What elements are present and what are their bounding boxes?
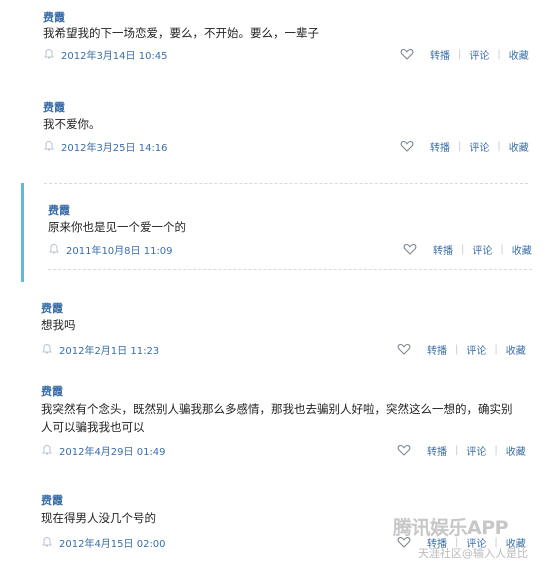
heart-icon[interactable]: [400, 47, 414, 61]
post-actions: 转播 | 评论 | 收藏: [400, 138, 529, 154]
comment-link[interactable]: 评论: [466, 443, 486, 458]
highlight-bar: [21, 183, 24, 282]
post-meta: 2012年4月29日 01:49: [41, 442, 166, 458]
bell-icon: [42, 343, 52, 354]
repost-link[interactable]: 转播: [430, 139, 450, 154]
favorite-link[interactable]: 收藏: [509, 139, 529, 154]
separator: |: [461, 243, 465, 255]
post-text: 想我吗: [41, 318, 76, 332]
separator: |: [494, 343, 498, 355]
post-meta: 2012年3月14日 10:45: [43, 46, 168, 62]
post-text: 现在得男人没几个号的: [41, 511, 156, 525]
comment-link[interactable]: 评论: [469, 47, 489, 62]
bell-icon: [49, 243, 59, 254]
heart-icon[interactable]: [397, 443, 411, 457]
comment-link[interactable]: 评论: [469, 139, 489, 154]
post-text: 原来你也是见一个爱一个的: [48, 220, 186, 234]
post-text: 我不爱你。: [43, 117, 101, 131]
bell-icon: [44, 140, 54, 151]
separator: |: [458, 140, 462, 152]
post-meta: 2011年10月8日 11:09: [48, 241, 173, 257]
post-text-line2: 人可以骗我我也可以: [41, 420, 145, 434]
separator: |: [455, 444, 459, 456]
repost-link[interactable]: 转播: [427, 342, 447, 357]
author-name[interactable]: 费霞: [41, 383, 63, 399]
post-time[interactable]: 2011年10月8日 11:09: [66, 242, 173, 257]
separator: |: [497, 140, 501, 152]
favorite-link[interactable]: 收藏: [509, 47, 529, 62]
separator: |: [494, 444, 498, 456]
watermark-source-text: 天涯社区@输入人是比: [418, 547, 528, 560]
separator: |: [458, 48, 462, 60]
post-meta: 2012年2月1日 11:23: [41, 341, 159, 357]
favorite-link[interactable]: 收藏: [506, 443, 526, 458]
favorite-link[interactable]: 收藏: [512, 242, 532, 257]
post-actions: 转播 | 评论 | 收藏: [397, 341, 526, 357]
post-divider: [44, 183, 528, 184]
heart-icon[interactable]: [403, 242, 417, 256]
watermark-logo-text: 腾讯娱乐APP: [393, 517, 509, 539]
post-time[interactable]: 2012年4月29日 01:49: [59, 443, 166, 458]
bell-icon: [42, 536, 52, 547]
separator: |: [455, 343, 459, 355]
post-actions: 转播 | 评论 | 收藏: [403, 241, 532, 257]
post-time[interactable]: 2012年3月14日 10:45: [61, 47, 168, 62]
bell-icon: [44, 48, 54, 59]
heart-icon[interactable]: [397, 342, 411, 356]
favorite-link[interactable]: 收藏: [506, 342, 526, 357]
post-actions: 转播 | 评论 | 收藏: [397, 442, 526, 458]
comment-link[interactable]: 评论: [472, 242, 492, 257]
separator: |: [497, 48, 501, 60]
repost-link[interactable]: 转播: [427, 443, 447, 458]
post-meta: 2012年3月25日 14:16: [43, 138, 168, 154]
repost-link[interactable]: 转播: [430, 47, 450, 62]
post-time[interactable]: 2012年2月1日 11:23: [59, 342, 159, 357]
bell-icon: [42, 444, 52, 455]
post-time[interactable]: 2012年4月15日 02:00: [59, 535, 166, 550]
post-time[interactable]: 2012年3月25日 14:16: [61, 139, 168, 154]
post-meta: 2012年4月15日 02:00: [41, 534, 166, 550]
separator: |: [500, 243, 504, 255]
comment-link[interactable]: 评论: [466, 342, 486, 357]
author-name[interactable]: 费霞: [41, 492, 63, 508]
repost-link[interactable]: 转播: [433, 242, 453, 257]
post-text: 我希望我的下一场恋爱，要么，不开始。要么，一辈子: [43, 26, 319, 40]
heart-icon[interactable]: [400, 139, 414, 153]
post-actions: 转播 | 评论 | 收藏: [400, 46, 529, 62]
post-divider: [48, 269, 532, 270]
